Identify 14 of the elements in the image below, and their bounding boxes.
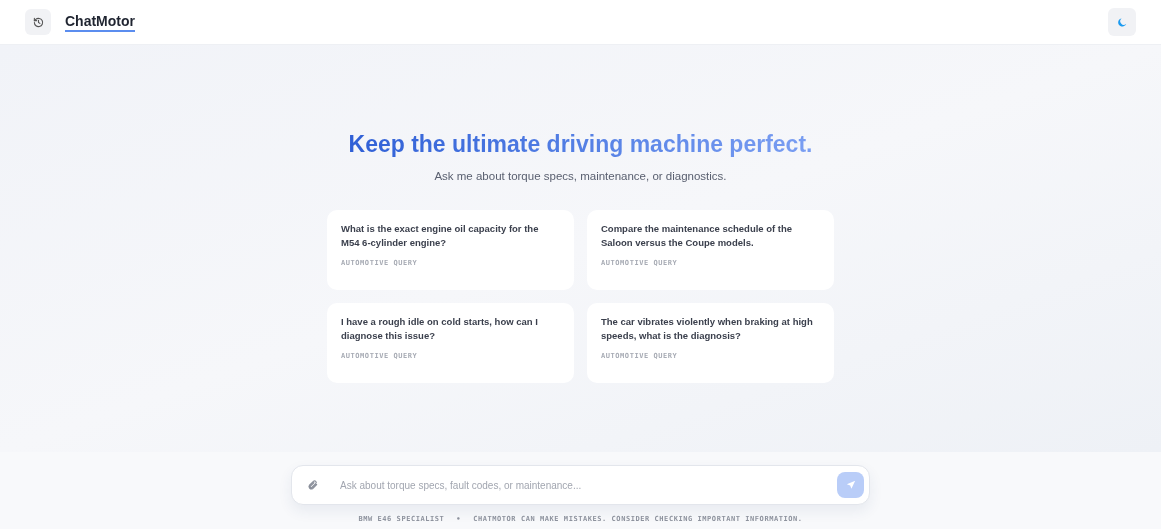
suggestion-text: What is the exact engine oil capacity for the M54 6-cylinder engine?	[341, 222, 540, 251]
message-input[interactable]: Ask about torque specs, fault codes, or maintenance...	[291, 465, 870, 505]
send-icon	[845, 480, 856, 490]
paperclip-icon[interactable]	[307, 479, 318, 491]
history-button[interactable]	[25, 9, 51, 35]
hero-subtitle: Ask me about torque specs, maintenance, or diagnostics.	[434, 169, 727, 184]
message-text-input[interactable]: Ask about torque specs, fault codes, or maintenance...	[340, 477, 837, 493]
theme-toggle-button[interactable]	[1108, 8, 1136, 36]
moon-icon	[1116, 16, 1128, 28]
suggestion-text: I have a rough idle on cold starts, how can I diagnose this issue?	[341, 315, 539, 344]
suggestion-text: The car vibrates violently when braking at high speeds, what is the diagnosis?	[601, 315, 814, 344]
app-title[interactable]: ChatMotor	[65, 12, 135, 32]
suggestion-text: Compare the maintenance schedule of the Saloon versus the Coupe models.	[601, 222, 794, 251]
history-icon	[32, 16, 44, 28]
